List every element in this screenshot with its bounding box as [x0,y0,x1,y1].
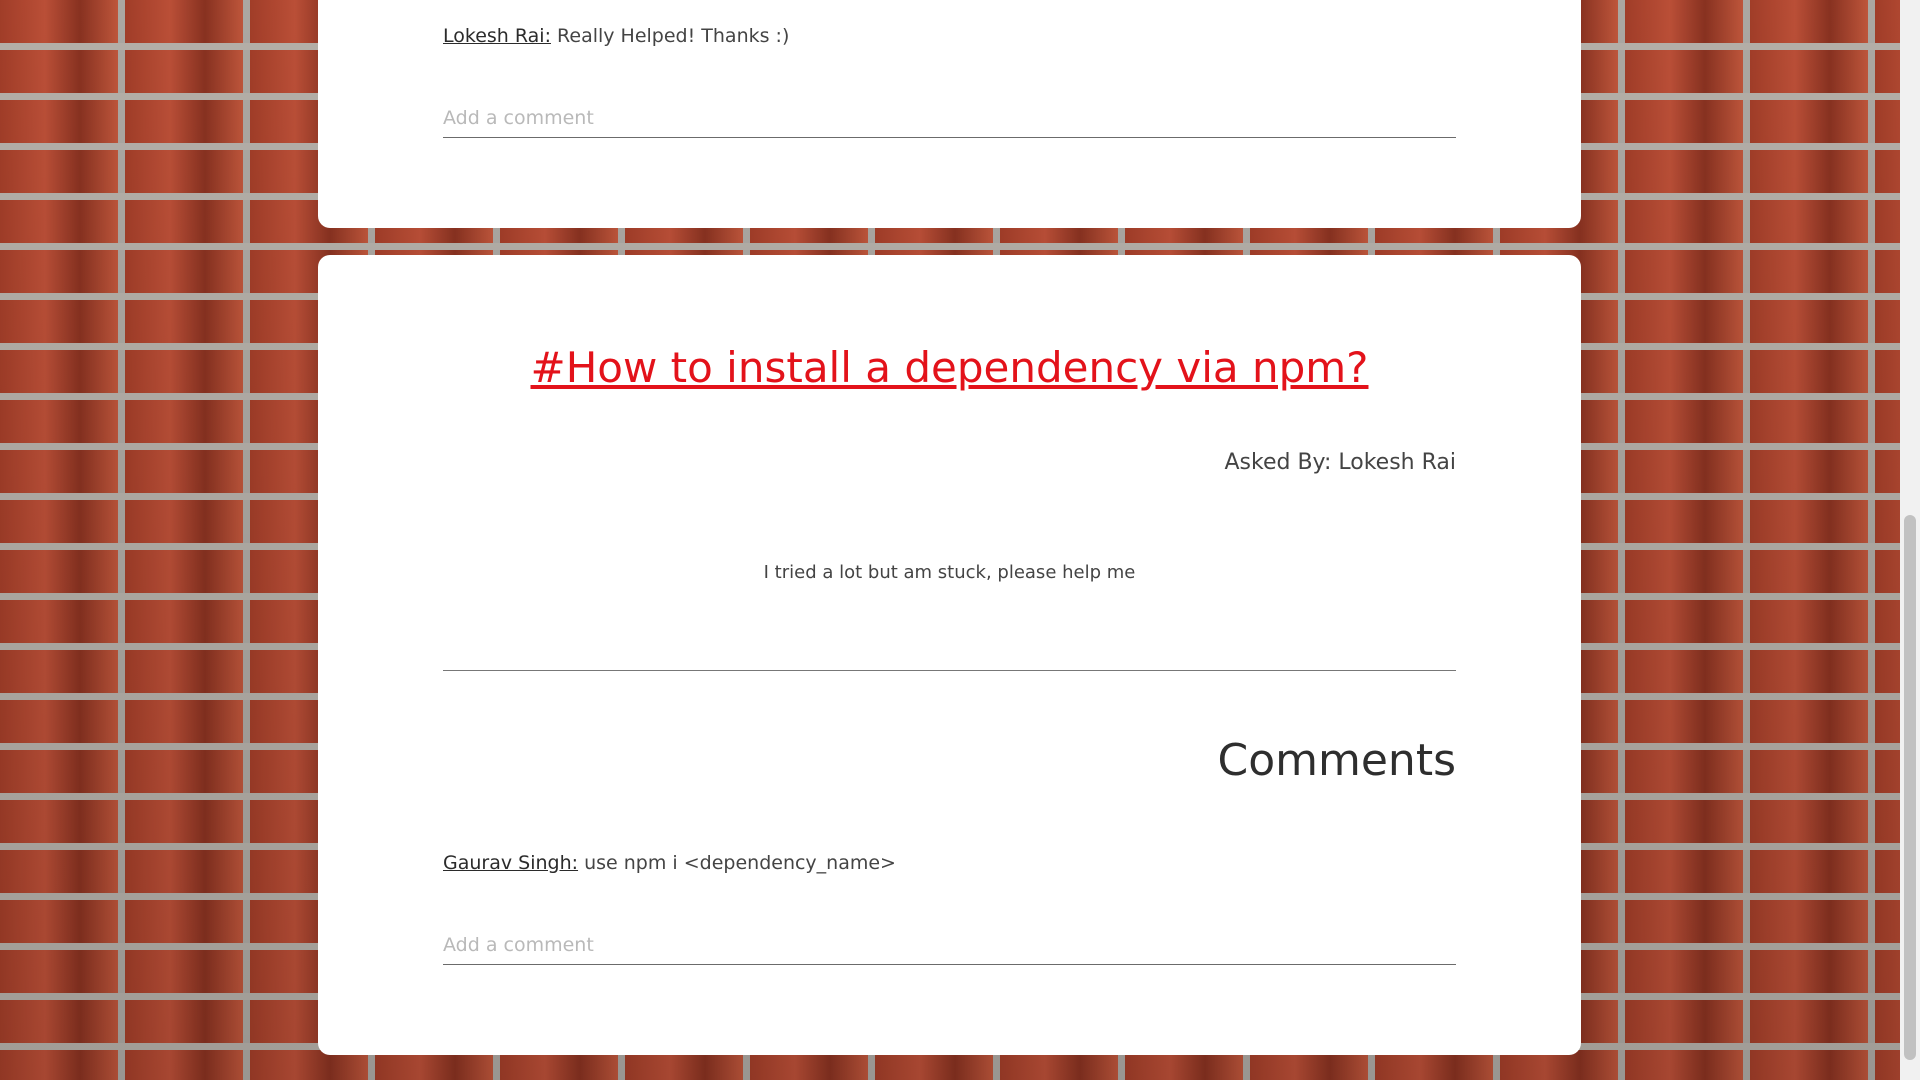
question-card: #How to install a dependency via npm? As… [318,255,1581,1055]
asked-by-label: Asked By: Lokesh Rai [1224,450,1457,475]
comment-item: Lokesh Rai: Really Helped! Thanks :) [443,25,789,47]
comment-author-link[interactable]: Lokesh Rai: [443,25,551,47]
question-body: I tried a lot but am stuck, please help … [763,562,1136,583]
page-scrollbar[interactable] [1900,0,1920,1080]
comment-author-link[interactable]: Gaurav Singh: [443,852,578,874]
comment-item: Gaurav Singh: use npm i <dependency_name… [443,852,896,874]
comment-text: Really Helped! Thanks :) [557,25,790,47]
comment-text: use npm i <dependency_name> [584,852,896,874]
scrollbar-thumb[interactable] [1904,515,1916,1060]
comments-heading: Comments [1217,735,1457,786]
add-comment-input[interactable] [443,98,1456,138]
divider [443,670,1456,671]
previous-question-card: Lokesh Rai: Really Helped! Thanks :) [318,0,1581,228]
add-comment-input[interactable] [443,925,1456,965]
question-title-link[interactable]: #How to install a dependency via npm? [318,343,1581,392]
